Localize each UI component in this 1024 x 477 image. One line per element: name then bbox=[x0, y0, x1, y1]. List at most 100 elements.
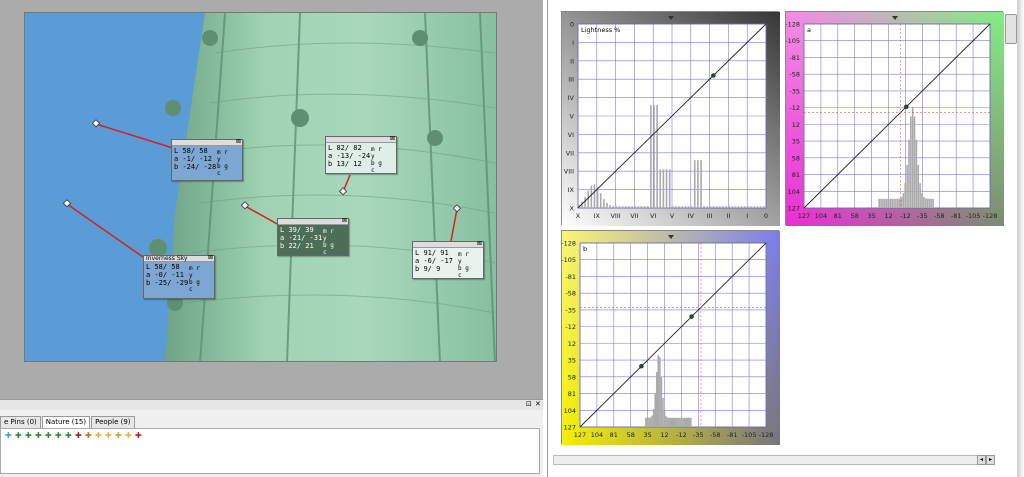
histogram-bar bbox=[651, 415, 653, 427]
a-curve-panel[interactable]: -128 127 -105 104 -81 81 -58 58 -35 35 -12 12 12 -12 3… bbox=[785, 11, 1004, 226]
scroll-right-button[interactable]: ▸ bbox=[986, 455, 995, 465]
curve-chart[interactable]: -128 127 -105 104 -81 81 -58 58 -35 35 -12 12 12 -12 3… bbox=[562, 231, 780, 445]
histogram-bar bbox=[750, 206, 752, 208]
horizontal-scrollbar[interactable] bbox=[553, 455, 993, 465]
color-pin-readout-inverness-sky[interactable]: Inverness Sky ⊠ L 58/ 58 a -0/ -11 b -25/… bbox=[143, 255, 215, 299]
histogram-bar bbox=[910, 116, 912, 208]
pin-icon[interactable]: ✚ bbox=[75, 432, 83, 440]
y-tick-label: -128 bbox=[786, 21, 800, 29]
lightness-curve-panel[interactable]: 0 X I IX II VIII III VII IV VI V V VI IV VII III VIII II I… bbox=[561, 11, 780, 226]
histogram-bar bbox=[921, 193, 923, 208]
x-tick-label: X bbox=[576, 212, 581, 220]
histogram-bar bbox=[584, 196, 586, 208]
histogram-bar bbox=[682, 417, 684, 427]
histogram-bar bbox=[679, 417, 681, 427]
histogram-bar bbox=[680, 417, 683, 427]
curve-control-point[interactable] bbox=[639, 364, 644, 369]
y-tick-label: 58 bbox=[568, 373, 576, 381]
histogram-bar bbox=[915, 139, 918, 208]
pin-icon[interactable]: ✚ bbox=[25, 432, 33, 440]
y-tick-label: 104 bbox=[788, 188, 800, 196]
histogram-bar bbox=[709, 206, 712, 208]
pin-icon[interactable]: ✚ bbox=[115, 432, 123, 440]
histogram-bar bbox=[893, 198, 895, 208]
curve-channel-label: a bbox=[807, 26, 811, 34]
close-icon[interactable]: ⊠ bbox=[236, 139, 241, 145]
histogram-bar bbox=[747, 206, 749, 208]
x-tick-label: 127 bbox=[798, 212, 810, 220]
pin-icon[interactable]: ✚ bbox=[95, 432, 103, 440]
pin-icon[interactable]: ✚ bbox=[5, 432, 13, 440]
pin-L-value: 91/ 91 bbox=[423, 249, 449, 257]
x-tick-label: -58 bbox=[934, 212, 945, 220]
pin-b-value: -25/ -29 bbox=[154, 279, 189, 287]
pin-icon[interactable]: ✚ bbox=[105, 432, 113, 440]
pin-caption[interactable]: ⊠ bbox=[413, 241, 483, 248]
tab-pins[interactable]: e Pins (0) bbox=[0, 416, 41, 428]
pin-icon[interactable]: ✚ bbox=[135, 432, 143, 440]
pin-icon[interactable]: ✚ bbox=[125, 432, 133, 440]
pin-icon[interactable]: ✚ bbox=[65, 432, 73, 440]
histogram-bar bbox=[700, 160, 702, 208]
histogram-bar bbox=[690, 206, 693, 208]
close-icon[interactable]: ⊠ bbox=[477, 241, 482, 247]
histogram-bar bbox=[731, 206, 734, 208]
y-tick-label: II bbox=[570, 57, 574, 65]
pin-caption[interactable]: Inverness Sky ⊠ bbox=[144, 255, 214, 262]
y-tick-label: V bbox=[570, 113, 575, 121]
photo-canvas[interactable]: ⊠ L 58/ 58 a -1/ -12 b -24/ -28 m ryb gc… bbox=[24, 12, 497, 362]
histogram-bar bbox=[618, 206, 621, 208]
histogram-bar bbox=[640, 206, 643, 208]
pin-caption[interactable]: ⊠ bbox=[278, 218, 348, 225]
curve-control-point[interactable] bbox=[904, 104, 909, 110]
histogram-bar bbox=[657, 355, 660, 427]
close-icon[interactable]: ⊠ bbox=[342, 218, 347, 224]
curve-chart[interactable]: 0XIIXIIVIIIIIIVIIIVVIVVVIIVVIIIIIVIIIIII… bbox=[562, 12, 780, 226]
row-label: a bbox=[174, 155, 179, 163]
histogram-bar bbox=[649, 417, 652, 427]
y-tick-label: -81 bbox=[789, 54, 800, 62]
pin-icon[interactable]: ✚ bbox=[35, 432, 43, 440]
vertical-scrollbar-thumb[interactable] bbox=[1005, 14, 1017, 44]
color-pin-readout-2[interactable]: ⊠ L 82/ 82 a -13/ -24 b 13/ 12 m ryb gc bbox=[325, 136, 397, 174]
x-tick-label: 104 bbox=[591, 431, 603, 439]
histogram-bar bbox=[926, 198, 929, 208]
tab-people[interactable]: People (9) bbox=[91, 416, 135, 428]
color-pin-readout-1[interactable]: ⊠ L 58/ 58 a -1/ -12 b -24/ -28 m ryb gc bbox=[171, 139, 243, 181]
curve-control-point[interactable] bbox=[689, 314, 694, 319]
y-tick-label: VII bbox=[566, 149, 574, 157]
histogram-bar bbox=[646, 206, 649, 208]
histogram-bar bbox=[603, 199, 605, 208]
close-icon[interactable]: ⊠ bbox=[208, 255, 213, 261]
histogram-bar bbox=[655, 371, 658, 427]
curve-control-point[interactable] bbox=[711, 73, 716, 78]
curve-chart[interactable]: -128 127 -105 104 -81 81 -58 58 -35 35 -12 12 12 -12 3… bbox=[786, 12, 1004, 226]
panel-header: ⊡ ✕ bbox=[0, 400, 543, 410]
tab-nature[interactable]: Nature (15) bbox=[41, 416, 91, 428]
histogram-bar bbox=[637, 206, 640, 208]
x-tick-label: -35 bbox=[693, 431, 704, 439]
y-tick-label: 35 bbox=[568, 357, 576, 365]
pin-icon[interactable]: ✚ bbox=[55, 432, 63, 440]
pin-caption[interactable]: ⊠ bbox=[326, 136, 396, 143]
pin-icon[interactable]: ✚ bbox=[85, 432, 93, 440]
scroll-left-button[interactable]: ◂ bbox=[977, 455, 986, 465]
y-tick-label: 81 bbox=[568, 390, 576, 398]
close-icon[interactable]: ✕ bbox=[535, 400, 541, 408]
histogram-bar bbox=[744, 206, 746, 208]
pin-icon[interactable]: ✚ bbox=[15, 432, 23, 440]
close-icon[interactable]: ⊠ bbox=[390, 136, 395, 142]
color-pin-readout-3[interactable]: ⊠ L 39/ 39 a -21/ -31 b 22/ 21 m ryb gc bbox=[277, 218, 349, 256]
histogram-bar bbox=[593, 184, 596, 208]
pin-caption[interactable]: ⊠ bbox=[172, 139, 242, 146]
pin-icon[interactable]: ✚ bbox=[45, 432, 53, 440]
b-curve-panel[interactable]: -128 127 -105 104 -81 81 -58 58 -35 35 -12 12 12 -12 3… bbox=[561, 230, 780, 445]
histogram-bar bbox=[703, 206, 705, 208]
histogram-bar bbox=[900, 197, 903, 208]
color-pin-readout-5[interactable]: ⊠ L 91/ 91 a -6/ -17 b 9/ 9 m ryb gc bbox=[412, 241, 484, 279]
x-tick-label: 81 bbox=[834, 212, 842, 220]
x-tick-label: -12 bbox=[676, 431, 687, 439]
histogram-bar bbox=[648, 417, 650, 427]
pin-b-value: 13/ 12 bbox=[336, 160, 362, 168]
pin-panel-icon[interactable]: ⊡ bbox=[526, 400, 532, 408]
